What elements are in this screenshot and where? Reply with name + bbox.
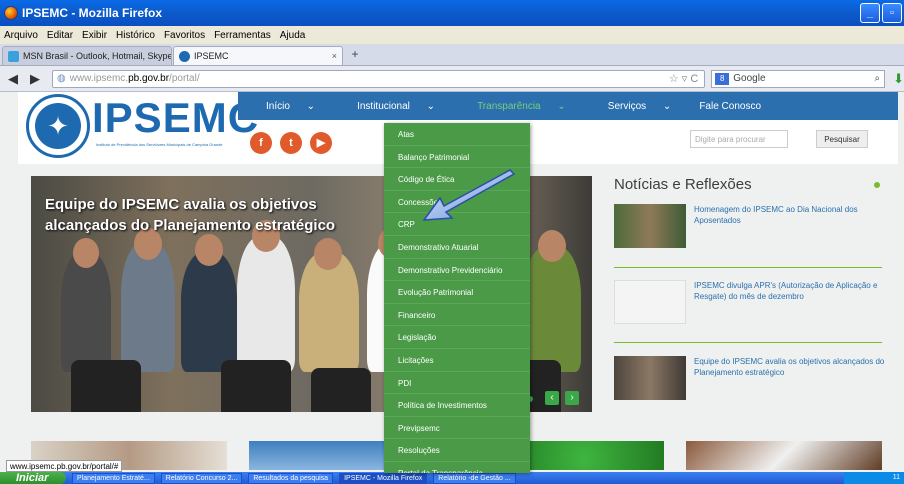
download-icon[interactable]: ⬇ <box>893 71 904 87</box>
forward-arrow-icon[interactable]: ▶ <box>30 71 40 87</box>
dropdown-item[interactable]: Política de Investimentos <box>384 394 530 417</box>
address-bar[interactable]: ◍ www.ipsemc. pb.gov.br/portal/ ☆ ▿ C <box>52 69 706 88</box>
url-prefix: www.ipsemc. <box>69 73 129 84</box>
news-thumbnail[interactable] <box>614 204 686 248</box>
news-thumbnail[interactable] <box>614 356 686 400</box>
bottom-thumbnail[interactable] <box>530 441 664 470</box>
globe-icon: ◍ <box>57 73 66 84</box>
nav-transparencia[interactable]: Transparência ⌄ <box>463 101 566 112</box>
youtube-icon[interactable]: ▶ <box>310 132 332 154</box>
system-tray-clock: 11 <box>844 472 904 484</box>
taskbar-item[interactable]: Planejamento Estraté... <box>72 472 155 484</box>
minimize-button[interactable]: _ <box>860 3 880 23</box>
taskbar: Iniciar Planejamento Estraté... Relatóri… <box>0 472 904 484</box>
dropdown-item[interactable]: Demonstrativo Atuarial <box>384 236 530 259</box>
msn-favicon-icon <box>8 50 19 62</box>
taskbar-item[interactable]: IPSEMC - Mozilla Firefox <box>339 472 428 484</box>
taskbar-item[interactable]: Resultados da pesquisa <box>248 472 334 484</box>
news-title[interactable]: IPSEMC divulga APR's (Autorização de Apl… <box>694 280 886 302</box>
menu-bar: Arquivo Editar Exibir Histórico Favorito… <box>0 26 904 44</box>
tab-bar: MSN Brasil - Outlook, Hotmail, Skype, No… <box>0 44 904 66</box>
close-tab-icon[interactable]: × <box>332 51 337 61</box>
news-thumbnail[interactable] <box>614 280 686 324</box>
news-title[interactable]: Equipe do IPSEMC avalia os objetivos alc… <box>694 356 886 378</box>
site-search-input[interactable]: Digite para procurar <box>690 130 788 148</box>
nav-servicos[interactable]: Serviços ⌄ <box>594 101 672 112</box>
maximize-button[interactable]: ▫ <box>882 3 902 23</box>
site-logo-text[interactable]: IPSEMC <box>92 94 259 142</box>
dropdown-item[interactable]: Financeiro <box>384 304 530 327</box>
screen: IPSEMC - Mozilla Firefox _ ▫ Arquivo Edi… <box>0 0 904 484</box>
firefox-icon <box>4 6 18 20</box>
ipsemc-favicon-icon <box>179 50 190 62</box>
news-divider <box>614 267 882 268</box>
bookmark-star-icon[interactable]: ☆ ▿ C <box>669 72 698 85</box>
news-divider <box>614 342 882 343</box>
nav-fale-conosco[interactable]: Fale Conosco <box>699 101 761 112</box>
main-nav: Início ⌄ Institucional ⌄ Transparência ⌄… <box>238 92 898 120</box>
window-title-bar: IPSEMC - Mozilla Firefox _ ▫ <box>0 0 904 26</box>
search-engine-label: Google <box>733 73 766 84</box>
nav-inicio[interactable]: Início ⌄ <box>252 101 315 112</box>
dropdown-item[interactable]: Resoluções <box>384 439 530 462</box>
slide-next-button[interactable]: › <box>565 391 579 405</box>
news-heading: Notícias e Reflexões <box>614 176 752 193</box>
tab-msn[interactable]: MSN Brasil - Outlook, Hotmail, Skype, No… <box>2 46 172 65</box>
menu-historico[interactable]: Histórico <box>116 30 155 41</box>
menu-ferramentas[interactable]: Ferramentas <box>214 30 271 41</box>
status-url: www.ipsemc.pb.gov.br/portal/# <box>6 460 123 472</box>
site-search-button[interactable]: Pesquisar <box>816 130 868 148</box>
slide-title[interactable]: Equipe do IPSEMC avalia os objetivos alc… <box>45 194 375 236</box>
dropdown-item[interactable]: Portal da Transparência <box>384 462 530 473</box>
window-title: IPSEMC - Mozilla Firefox <box>22 6 163 20</box>
tab-ipsemc-label: IPSEMC <box>194 51 229 61</box>
menu-ajuda[interactable]: Ajuda <box>280 30 306 41</box>
facebook-icon[interactable]: f <box>250 132 272 154</box>
navigation-bar: ◀ ▶ ◍ www.ipsemc. pb.gov.br/portal/ ☆ ▿ C… <box>0 66 904 92</box>
annotation-arrow-icon <box>422 169 516 221</box>
news-title[interactable]: Homenagem do IPSEMC ao Dia Nacional dos … <box>694 204 886 226</box>
web-search-box[interactable]: 8 Google ⌕ <box>711 69 886 88</box>
google-icon: 8 <box>715 72 730 85</box>
menu-editar[interactable]: Editar <box>47 30 73 41</box>
taskbar-item[interactable]: Relatório Concurso 2... <box>160 472 243 484</box>
magnifier-icon[interactable]: ⌕ <box>874 73 880 84</box>
news-dot-icon <box>874 182 880 188</box>
social-links: f t ▶ <box>250 132 332 154</box>
new-tab-button[interactable]: + <box>346 47 364 63</box>
dropdown-item[interactable]: Balanço Patrimonial <box>384 146 530 169</box>
url-path: /portal/ <box>169 73 200 84</box>
menu-arquivo[interactable]: Arquivo <box>4 30 38 41</box>
taskbar-item[interactable]: Relatório -de Gestão ... <box>433 472 516 484</box>
site-logo-subtitle: Instituto de Previdência dos Servidores … <box>96 142 223 147</box>
bottom-thumbnail[interactable] <box>249 441 385 470</box>
dropdown-item[interactable]: Previpsemc <box>384 417 530 440</box>
bottom-thumbnail[interactable] <box>686 441 882 470</box>
dropdown-item[interactable]: Demonstrativo Previdenciário <box>384 259 530 282</box>
dropdown-item[interactable]: Legislação <box>384 326 530 349</box>
tab-msn-label: MSN Brasil - Outlook, Hotmail, Skype, No… <box>23 51 171 61</box>
dropdown-item[interactable]: Evolução Patrimonial <box>384 281 530 304</box>
dropdown-item[interactable]: PDI <box>384 372 530 395</box>
tab-ipsemc[interactable]: IPSEMC × <box>173 46 343 65</box>
menu-exibir[interactable]: Exibir <box>82 30 107 41</box>
url-domain: pb.gov.br <box>128 73 170 84</box>
nav-institucional[interactable]: Institucional ⌄ <box>343 101 435 112</box>
ipsemc-logo-icon[interactable]: ✦ <box>26 94 90 158</box>
back-arrow-icon[interactable]: ◀ <box>8 71 18 87</box>
start-button[interactable]: Iniciar <box>0 472 66 484</box>
dropdown-item[interactable]: Licitações <box>384 349 530 372</box>
menu-favoritos[interactable]: Favoritos <box>164 30 205 41</box>
twitter-icon[interactable]: t <box>280 132 302 154</box>
slide-prev-button[interactable]: ‹ <box>545 391 559 405</box>
dropdown-item[interactable]: Atas <box>384 123 530 146</box>
